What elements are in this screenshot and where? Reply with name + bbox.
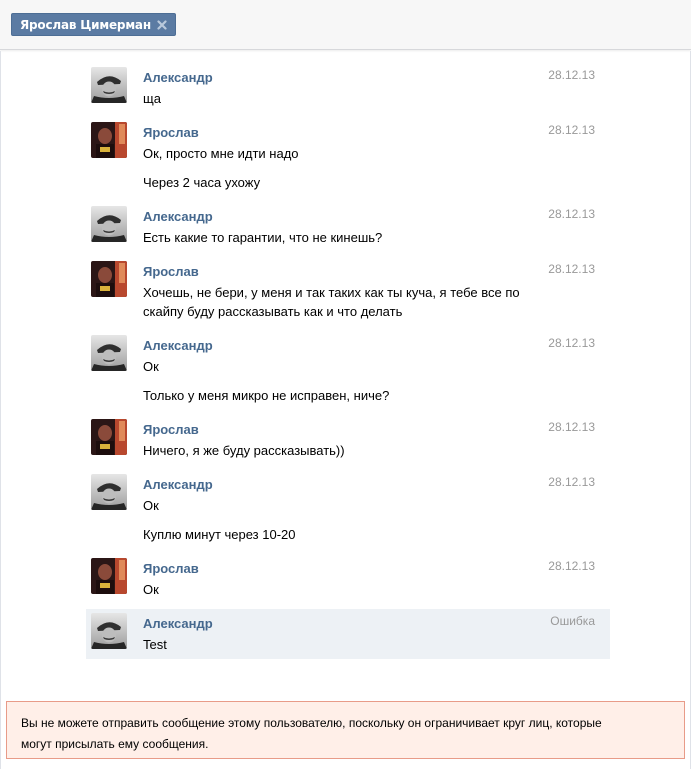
frame-left-border	[0, 51, 1, 769]
message[interactable]: Ярослав 28.12.13 Ок	[86, 553, 610, 599]
alert-text-line: могут присылать ему сообщения.	[21, 737, 209, 751]
message-author[interactable]: Ярослав	[143, 125, 199, 140]
message-date[interactable]: 28.12.13	[548, 475, 595, 489]
message-author[interactable]: Александр	[143, 209, 213, 224]
message-text: Ок	[143, 582, 159, 597]
message-date[interactable]: 28.12.13	[548, 262, 595, 276]
message-author[interactable]: Ярослав	[143, 561, 199, 576]
yaroslav-avatar[interactable]	[91, 419, 127, 455]
message-date[interactable]: 28.12.13	[548, 559, 595, 573]
failed-message[interactable]: Александр Ошибка Test	[86, 609, 610, 659]
message-author[interactable]: Александр	[143, 616, 213, 631]
message-text: ща	[143, 91, 161, 106]
message-text: скайпу буду рассказывать как и что делат…	[143, 304, 403, 319]
message-author[interactable]: Ярослав	[143, 264, 199, 279]
alexander-avatar[interactable]	[91, 67, 127, 103]
alexander-avatar[interactable]	[91, 335, 127, 371]
alexander-avatar[interactable]	[91, 206, 127, 242]
alexander-avatar[interactable]	[91, 613, 127, 649]
message-date[interactable]: 28.12.13	[548, 123, 595, 137]
tab-conversation[interactable]: Ярослав Цимерман	[11, 13, 176, 36]
close-icon[interactable]	[157, 20, 167, 30]
message-continuation[interactable]: Куплю минут через 10-20	[86, 522, 610, 548]
send-restriction-alert: Вы не можете отправить сообщение этому п…	[6, 701, 685, 759]
message[interactable]: Александр 28.12.13 Ок	[86, 330, 610, 376]
message-date[interactable]: 28.12.13	[548, 207, 595, 221]
message-continuation[interactable]: Через 2 часа ухожу	[86, 170, 610, 196]
message-text: Только у меня микро не исправен, ниче?	[143, 388, 390, 403]
message-text: Ок	[143, 359, 159, 374]
message[interactable]: Ярослав 28.12.13 Хочешь, не бери, у меня…	[86, 256, 610, 322]
message-text: Test	[143, 637, 167, 652]
message-text: Ничего, я же буду рассказывать))	[143, 443, 345, 458]
yaroslav-avatar[interactable]	[91, 261, 127, 297]
message-author[interactable]: Александр	[143, 477, 213, 492]
yaroslav-avatar[interactable]	[91, 122, 127, 158]
message-continuation[interactable]: Только у меня микро не исправен, ниче?	[86, 383, 610, 409]
message-date[interactable]: 28.12.13	[548, 68, 595, 82]
message-author[interactable]: Ярослав	[143, 422, 199, 437]
message-date[interactable]: 28.12.13	[548, 336, 595, 350]
message-text: Куплю минут через 10-20	[143, 527, 296, 542]
message[interactable]: Александр 28.12.13 ща	[86, 62, 610, 108]
message[interactable]: Александр 28.12.13 Ок	[86, 469, 610, 515]
message-text: Ок, просто мне идти надо	[143, 146, 299, 161]
message-text: Через 2 часа ухожу	[143, 175, 261, 190]
alexander-avatar[interactable]	[91, 474, 127, 510]
message-error-status[interactable]: Ошибка	[550, 614, 595, 628]
message-author[interactable]: Александр	[143, 338, 213, 353]
message-author[interactable]: Александр	[143, 70, 213, 85]
tab-label: Ярослав Цимерман	[20, 17, 151, 32]
message[interactable]: Ярослав 28.12.13 Ничего, я же буду расск…	[86, 414, 610, 460]
message[interactable]: Ярослав 28.12.13 Ок, просто мне идти над…	[86, 117, 610, 163]
top-bar: Ярослав Цимерман	[0, 0, 691, 50]
message-text: Ок	[143, 498, 159, 513]
yaroslav-avatar[interactable]	[91, 558, 127, 594]
message-text: Хочешь, не бери, у меня и так таких как …	[143, 285, 520, 300]
alert-text-line: Вы не можете отправить сообщение этому п…	[21, 716, 602, 730]
message-text: Есть какие то гарантии, что не кинешь?	[143, 230, 383, 245]
message-date[interactable]: 28.12.13	[548, 420, 595, 434]
message[interactable]: Александр 28.12.13 Есть какие то гаранти…	[86, 201, 610, 247]
